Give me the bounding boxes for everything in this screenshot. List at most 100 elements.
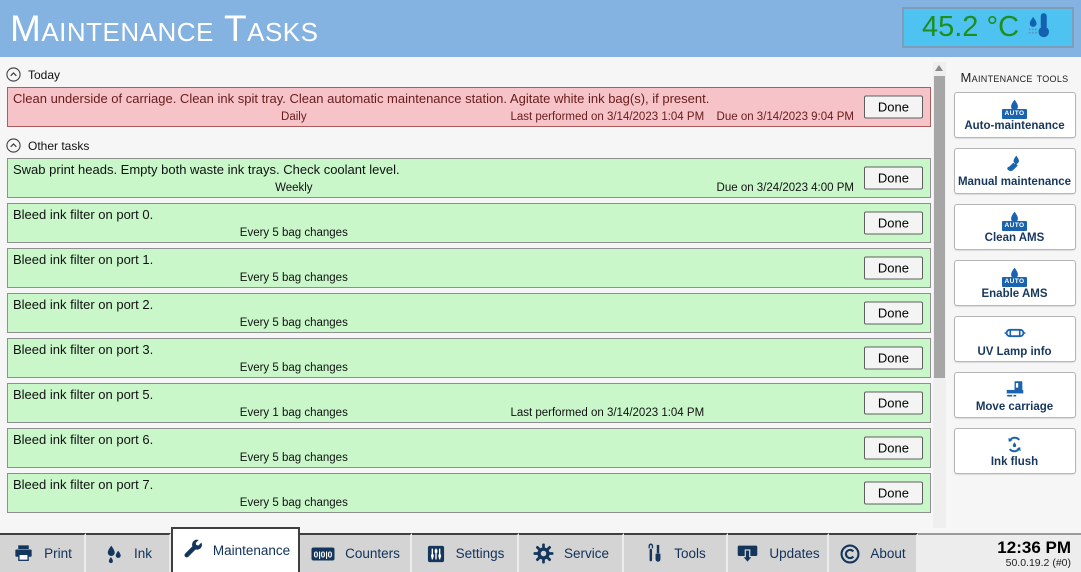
auto-maintenance-button[interactable]: AUTO Auto-maintenance	[954, 92, 1076, 138]
task-last-performed: Last performed on 3/14/2023 1:04 PM	[510, 111, 704, 123]
tab-service[interactable]: Service	[519, 533, 624, 572]
task-schedule: Every 5 bag changes	[240, 317, 348, 329]
counters-icon: 0|0|0	[310, 543, 336, 565]
task-row: Bleed ink filter on port 2. Every 5 bag c…	[7, 293, 931, 333]
task-row: Bleed ink filter on port 7. Every 5 bag c…	[7, 473, 931, 513]
droplet-auto-icon: AUTO	[1002, 98, 1028, 118]
tool-button-label: Ink flush	[991, 456, 1038, 468]
done-button[interactable]: Done	[864, 482, 923, 505]
task-schedule: Every 5 bag changes	[240, 227, 348, 239]
done-button[interactable]: Done	[864, 392, 923, 415]
move-carriage-button[interactable]: Move carriage	[954, 372, 1076, 418]
tab-counters[interactable]: 0|0|0 Counters	[300, 533, 412, 572]
done-button[interactable]: Done	[864, 167, 923, 190]
tab-label: Updates	[769, 546, 819, 561]
done-button[interactable]: Done	[864, 257, 923, 280]
auto-badge: AUTO	[1002, 221, 1028, 230]
page-title: Maintenance Tasks	[10, 0, 318, 57]
tab-about[interactable]: About	[829, 533, 918, 572]
section-header: Today	[0, 57, 933, 87]
tab-label: Print	[44, 546, 72, 561]
droplet-auto-icon: AUTO	[1002, 210, 1028, 230]
wrench-icon	[181, 539, 204, 562]
ink-drops-icon	[103, 543, 125, 565]
tab-label: Maintenance	[213, 543, 290, 558]
task-schedule: Daily	[281, 111, 307, 123]
task-last-performed: Last performed on 3/14/2023 1:04 PM	[510, 407, 704, 419]
tool-button-label: Clean AMS	[985, 232, 1045, 244]
task-list: Today Clean underside of carriage. Clean …	[0, 57, 933, 533]
collapse-section-icon[interactable]	[5, 137, 22, 154]
task-description: Bleed ink filter on port 5.	[13, 387, 153, 402]
task-description: Bleed ink filter on port 7.	[13, 477, 153, 492]
task-row: Bleed ink filter on port 5. Every 1 bag c…	[7, 383, 931, 423]
tool-button-label: Auto-maintenance	[964, 120, 1064, 132]
task-schedule: Every 5 bag changes	[240, 497, 348, 509]
task-row: Swab print heads. Empty both waste ink t…	[7, 158, 931, 198]
task-row: Bleed ink filter on port 3.Every 5 bag c…	[7, 338, 931, 378]
clock: 12:36 PM	[997, 538, 1071, 558]
done-button[interactable]: Done	[864, 437, 923, 460]
tab-maintenance[interactable]: Maintenance	[171, 527, 300, 572]
download-icon	[735, 542, 760, 565]
tab-tools[interactable]: Tools	[624, 533, 728, 572]
tab-label: Ink	[134, 546, 152, 561]
task-row: Bleed ink filter on port 6. Every 5 bag c…	[7, 428, 931, 468]
task-list-scrollbar[interactable]	[933, 62, 946, 528]
tab-label: Settings	[456, 546, 505, 561]
scrollbar-thumb[interactable]	[934, 76, 945, 378]
ink-flush-button[interactable]: Ink flush	[954, 428, 1076, 474]
status-area: 12:36 PM 50.0.19.2 (#0)	[918, 533, 1081, 572]
tool-button-label: Enable AMS	[981, 288, 1047, 300]
collapse-section-icon[interactable]	[5, 66, 22, 83]
enable-ams-button[interactable]: AUTO Enable AMS	[954, 260, 1076, 306]
tab-label: Tools	[674, 546, 706, 561]
scroll-up-arrow-icon[interactable]	[935, 65, 943, 71]
task-schedule: Every 5 bag changes	[240, 452, 348, 464]
task-description: Swab print heads. Empty both waste ink t…	[13, 162, 400, 177]
task-row: Clean underside of carriage. Clean ink s…	[7, 87, 931, 127]
tab-print[interactable]: Print	[0, 533, 86, 572]
tab-label: Service	[564, 546, 609, 561]
bottom-tab-bar: Print Ink Maintenance 0|0|0 Counters Settings…	[0, 533, 1081, 572]
auto-badge: AUTO	[1002, 109, 1028, 118]
tools-icon	[644, 542, 665, 565]
tab-label: Counters	[345, 546, 400, 561]
done-button[interactable]: Done	[864, 347, 923, 370]
task-row: Bleed ink filter on port 1. Every 5 bag c…	[7, 248, 931, 288]
uv-lamp-info-button[interactable]: UV Lamp info	[954, 316, 1076, 362]
tools-panel-title: Maintenance tools	[948, 57, 1081, 92]
manual-maintenance-button[interactable]: Manual maintenance	[954, 148, 1076, 194]
section-label: Other tasks	[28, 139, 89, 153]
temperature-value: 45.2 °C	[922, 13, 1019, 42]
task-description: Bleed ink filter on port 3.	[13, 342, 153, 357]
page-header: Maintenance Tasks 45.2 °C	[0, 0, 1081, 57]
task-description: Clean underside of carriage. Clean ink s…	[13, 91, 709, 106]
task-description: Bleed ink filter on port 6.	[13, 432, 153, 447]
droplet-hand-icon	[1004, 154, 1025, 175]
section-label: Today	[28, 68, 60, 82]
task-description: Bleed ink filter on port 2.	[13, 297, 153, 312]
section-header: Other tasks	[0, 132, 933, 158]
tab-ink[interactable]: Ink	[86, 533, 171, 572]
done-button[interactable]: Done	[864, 96, 923, 119]
tab-updates[interactable]: Updates	[728, 533, 829, 572]
carriage-icon	[1004, 378, 1026, 400]
task-schedule: Every 1 bag changes	[240, 407, 348, 419]
auto-badge: AUTO	[1002, 277, 1028, 286]
tool-button-label: Move carriage	[976, 401, 1053, 413]
done-button[interactable]: Done	[864, 302, 923, 325]
tools-button-list: AUTO Auto-maintenance Manual maintenance AU…	[948, 92, 1081, 474]
tool-button-label: Manual maintenance	[958, 176, 1071, 188]
version-label: 50.0.19.2 (#0)	[1006, 557, 1071, 569]
svg-text:0|0|0: 0|0|0	[314, 549, 333, 559]
task-schedule: Every 5 bag changes	[240, 272, 348, 284]
task-due: Due on 3/24/2023 4:00 PM	[717, 182, 854, 194]
gear-icon	[532, 542, 555, 565]
task-description: Bleed ink filter on port 0.	[13, 207, 153, 222]
clean-ams-button[interactable]: AUTO Clean AMS	[954, 204, 1076, 250]
task-description: Bleed ink filter on port 1.	[13, 252, 153, 267]
done-button[interactable]: Done	[864, 212, 923, 235]
task-due: Due on 3/14/2023 9:04 PM	[717, 111, 854, 123]
tab-settings[interactable]: Settings	[412, 533, 519, 572]
